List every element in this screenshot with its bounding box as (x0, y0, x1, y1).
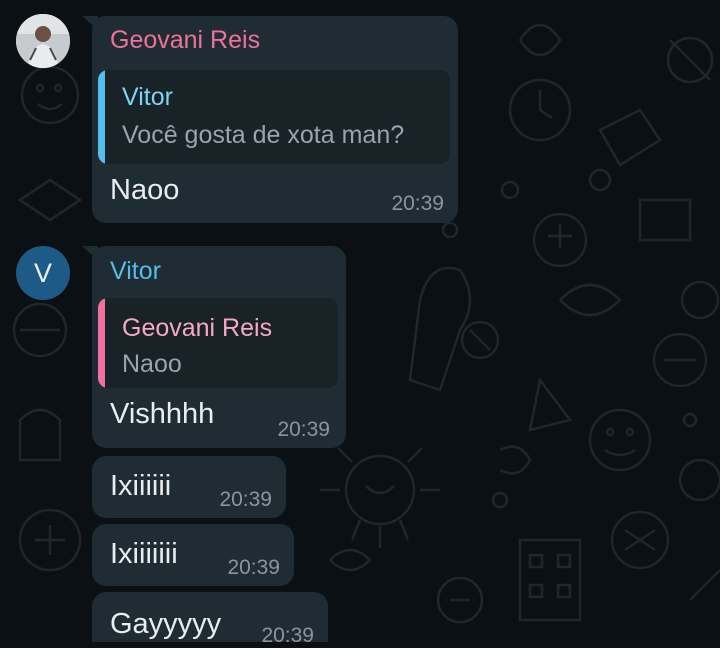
quoted-message[interactable]: Vitor Você gosta de xota man? (98, 70, 450, 164)
profile-photo-icon (16, 14, 70, 68)
sender-name[interactable]: Vitor (110, 257, 161, 286)
message-bubble[interactable]: Geovani Reis Vitor Você gosta de xota ma… (92, 16, 458, 223)
message-text: Ixiiiiiii (110, 538, 178, 570)
message-time: 20:39 (227, 556, 280, 579)
message-bubble[interactable]: Vitor Geovani Reis Naoo Vishhhh 20:39 (92, 246, 346, 448)
message-text: Vishhhh (110, 398, 215, 430)
quote-bar (98, 70, 105, 164)
quote-text: Naoo (122, 350, 182, 378)
quote-author: Vitor (122, 83, 173, 111)
message-bubble[interactable]: Ixiiiiii 20:39 (92, 456, 286, 518)
message-bubble[interactable]: Ixiiiiiii 20:39 (92, 524, 294, 586)
message-text: Naoo (110, 174, 180, 206)
message-bubble[interactable]: Gayyyyy 20:39 (92, 592, 328, 647)
sender-name[interactable]: Geovani Reis (110, 26, 260, 55)
message-time: 20:39 (261, 624, 314, 647)
quote-text: Você gosta de xota man? (122, 121, 405, 149)
avatar-geovani[interactable] (16, 14, 70, 68)
quote-bar (98, 298, 105, 388)
avatar-vitor[interactable]: V (16, 246, 70, 300)
message-time: 20:39 (277, 418, 330, 441)
quoted-message[interactable]: Geovani Reis Naoo (98, 298, 338, 388)
message-text: Gayyyyy (110, 608, 222, 640)
message-time: 20:39 (219, 488, 272, 511)
message-time: 20:39 (391, 192, 444, 215)
quote-author: Geovani Reis (122, 314, 273, 342)
message-text: Ixiiiiii (110, 470, 172, 502)
